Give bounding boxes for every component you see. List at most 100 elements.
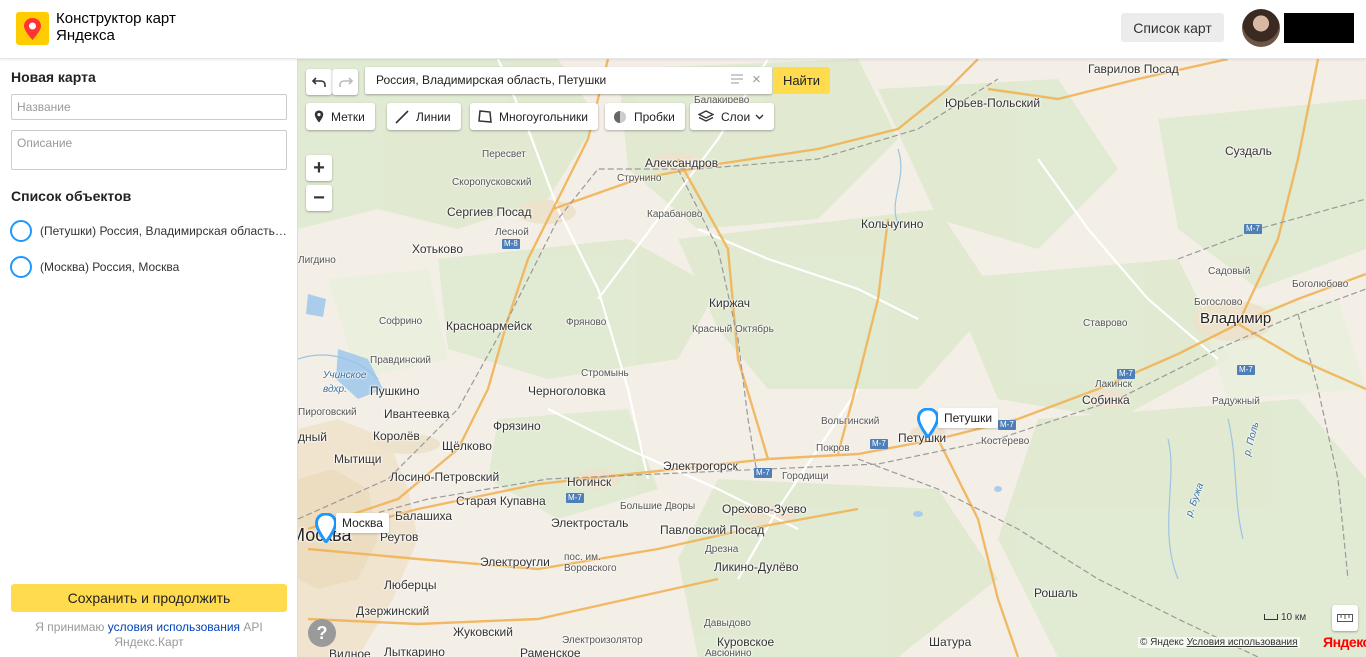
chevron-down-icon [755,114,764,120]
map-label-town: Суздаль [1225,144,1272,158]
map-label-village: Красный Октябрь [692,324,774,335]
terms-link[interactable]: условия использования [108,620,240,634]
map-label-village: Ставрово [1083,318,1128,329]
redo-button[interactable] [332,69,358,95]
scale-label: 10 км [1281,612,1307,623]
map-label-town: Электросталь [551,516,629,530]
highway-shield: М-7 [754,468,772,478]
map-label-village: Дрезна [705,544,739,555]
map-label-town: Сергиев Посад [447,205,532,219]
map-label-town: Раменское [520,646,581,657]
objects-list-title: Список объектов [11,188,132,204]
map-label-village: Лигдино [298,255,336,266]
copyright: © Яндекс Условия использования [1138,637,1300,648]
map-label-village: пос. им. Воровского [564,552,617,574]
placemarks-tool-label: Метки [331,109,365,124]
highway-shield: М-8 [502,239,520,249]
app-title[interactable]: Конструктор карт Яндекса [56,10,176,44]
yandex-logo[interactable]: Яндекс [1323,634,1366,650]
object-list-item[interactable]: (Петушки) Россия, Владимирская область, … [10,220,290,242]
map-list-button[interactable]: Список карт [1121,13,1224,42]
map-label-town: Электроугли [480,555,550,569]
map-label-village: Костерево [981,436,1030,447]
map-background [298,59,1366,657]
lines-tool-label: Линии [416,109,451,124]
map-label-village: Струнино [617,173,662,184]
save-and-continue-button[interactable]: Сохранить и продолжить [11,584,287,612]
map-label-village: Скоропусковский [452,177,532,188]
map-label-town: Ивантеевка [384,407,450,421]
find-button[interactable]: Найти [773,67,830,94]
map-label-village: Фряново [566,317,607,328]
scale-line: 10 км [1264,612,1306,623]
redo-icon [338,77,353,87]
zoom-out-button[interactable]: − [306,185,332,211]
map-label-town: Жуковский [453,625,513,639]
undo-button[interactable] [306,69,332,95]
search-value: Россия, Владимирская область, Петушки [376,73,607,87]
placemark-label[interactable]: Петушки [938,408,999,428]
map-label-town: Черноголовка [528,384,606,398]
map-label-village: Пироговский [298,407,357,418]
polygon-icon [478,110,492,123]
map-label-town: Юрьев-Польский [945,96,1041,110]
clear-icon[interactable]: × [752,71,761,88]
object-label: (Москва) Россия, Москва [40,260,180,274]
placemark-label[interactable]: Москва [336,513,389,533]
placemarks-tool-button[interactable]: Метки [306,103,375,130]
map-label-village: Лесной [495,227,529,238]
lines-tool-button[interactable]: Линии [387,103,461,130]
map-label-town: Собинка [1082,393,1130,407]
map-name-input[interactable]: Название [11,94,287,120]
map-label-town: Люберцы [384,578,437,592]
map-label-village: Вольгинский [821,416,880,427]
map-label-village: Большие Дворы [620,501,696,512]
avatar[interactable] [1242,9,1280,47]
highway-shield: М-7 [1237,365,1255,375]
search-input[interactable]: Россия, Владимирская область, Петушки × [365,67,772,94]
layers-tool-button[interactable]: Слои [690,103,775,130]
placemark-moskva[interactable] [314,512,338,545]
map-label-village: Богослово [1194,297,1243,308]
highway-shield: М-7 [1117,369,1135,379]
yandex-maps-logo-icon[interactable] [16,12,49,45]
placemark-icon [314,110,324,123]
traffic-icon [613,110,627,124]
highway-shield: М-7 [1244,224,1262,234]
polygons-tool-button[interactable]: Многоугольники [470,103,599,130]
map-label-town: Гаврилов Посад [1088,62,1179,76]
map-label-town: Дзержинский [356,604,430,618]
map-label-town: Шатура [929,635,972,649]
map-label-town: Лыткарино [384,645,445,657]
map-label-village: Радужный [1212,396,1260,407]
map-area[interactable]: Гаврилов Посад Юрьев-Польский Балакирево… [298,59,1366,657]
sidebar: Новая карта Название Описание Список объ… [0,59,298,657]
map-label-village: Пересвет [482,149,526,160]
map-label-town: Рошаль [1034,586,1078,600]
zoom-in-button[interactable]: + [306,155,332,181]
map-label-town: Видное [329,647,371,657]
list-icon[interactable] [731,73,743,87]
placemark-petushki[interactable] [916,407,940,440]
copyright-terms-link[interactable]: Условия использования [1187,637,1298,648]
map-label-town: Пушкино [370,384,420,398]
map-label-town: Балашиха [395,509,453,523]
map-label-village: Правдинский [370,355,432,366]
user-name-redacted[interactable]: user [1284,13,1354,43]
traffic-tool-button[interactable]: Пробки [605,103,685,130]
highway-shield: М-7 [870,439,888,449]
map-label-town: Лосино-Петровский [390,470,500,484]
object-list-item[interactable]: (Москва) Россия, Москва [10,256,290,278]
app-title-line1: Конструктор карт [56,10,176,27]
map-label-village: Покров [816,443,850,454]
map-label-town: Александров [645,156,719,170]
map-label-town: дный [298,430,327,444]
terms-text: Я принимаю условия использования API Янд… [11,620,287,650]
help-button[interactable]: ? [308,619,336,647]
map-description-input[interactable]: Описание [11,130,287,170]
terms-prefix: Я принимаю [35,620,105,634]
polygons-tool-label: Многоугольники [499,109,589,124]
ruler-button[interactable] [1332,605,1358,631]
map-label-town: Павловский Посад [660,523,765,537]
map-label-city: Владимир [1200,310,1272,327]
